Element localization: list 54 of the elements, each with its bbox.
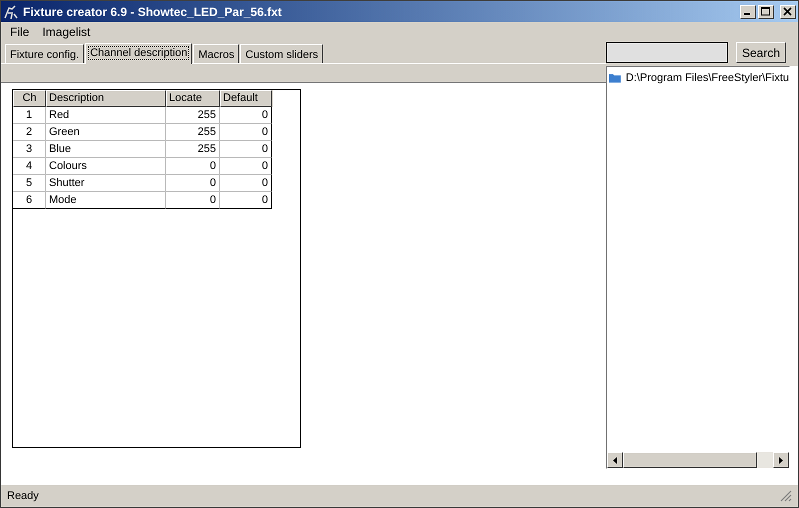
column-header[interactable]: Default [220,90,272,107]
column-header[interactable]: Ch [13,90,46,107]
table-cell: Blue [46,141,166,158]
table-cell: Red [46,107,166,124]
column-header[interactable]: Locate [166,90,220,107]
column-header[interactable]: Description [46,90,166,107]
table-cell: 0 [220,107,272,124]
table-cell: Mode [46,192,166,209]
table-cell: 5 [13,175,46,192]
resize-grip-icon[interactable] [780,490,792,502]
close-icon [783,7,793,16]
tab[interactable]: Channel description [85,43,192,64]
table-cell: 0 [220,124,272,141]
tree-label: D:\Program Files\FreeStyler\Fixtu [626,71,789,86]
table-cell: 255 [166,107,220,124]
table-cell: 0 [166,158,220,175]
search-button[interactable]: Search [736,42,786,63]
tab[interactable]: Macros [193,44,240,63]
tree-item[interactable]: D:\Program Files\FreeStyler\Fixtu [609,70,789,86]
maximize-icon [761,7,771,16]
table-cell: 0 [220,192,272,209]
table-cell: Green [46,124,166,141]
tab[interactable]: Fixture config. [5,44,84,63]
table-cell: 0 [166,192,220,209]
minimize-button[interactable] [740,4,756,18]
scroll-left-button[interactable] [607,452,623,468]
scroll-right-button[interactable] [773,452,789,468]
left-arrow-icon [613,456,617,464]
horizontal-scrollbar[interactable] [607,452,789,468]
close-button[interactable] [780,4,796,18]
menu-item[interactable]: Imagelist [36,23,96,41]
status-text: Ready [7,488,39,504]
app-icon [3,4,19,20]
scroll-thumb[interactable] [623,452,757,468]
table-cell: 2 [13,124,46,141]
table-cell: 1 [13,107,46,124]
table-cell: Colours [46,158,166,175]
table-cell: 3 [13,141,46,158]
table-cell: 255 [166,124,220,141]
table-cell: 0 [220,158,272,175]
table-cell: 0 [220,141,272,158]
menu-item[interactable]: File [4,23,36,41]
search-field[interactable] [606,42,728,63]
table-cell: 4 [13,158,46,175]
tab[interactable]: Custom sliders [240,44,324,63]
table-cell: 255 [166,141,220,158]
table-cell: 0 [220,175,272,192]
table-cell: 0 [166,175,220,192]
table-cell: Shutter [46,175,166,192]
maximize-button[interactable] [758,4,774,18]
table-cell: 6 [13,192,46,209]
window-title: Fixture creator 6.9 - Showtec_LED_Par_56.fxt [23,4,283,20]
right-arrow-icon [779,456,783,464]
folder-icon [609,71,621,86]
